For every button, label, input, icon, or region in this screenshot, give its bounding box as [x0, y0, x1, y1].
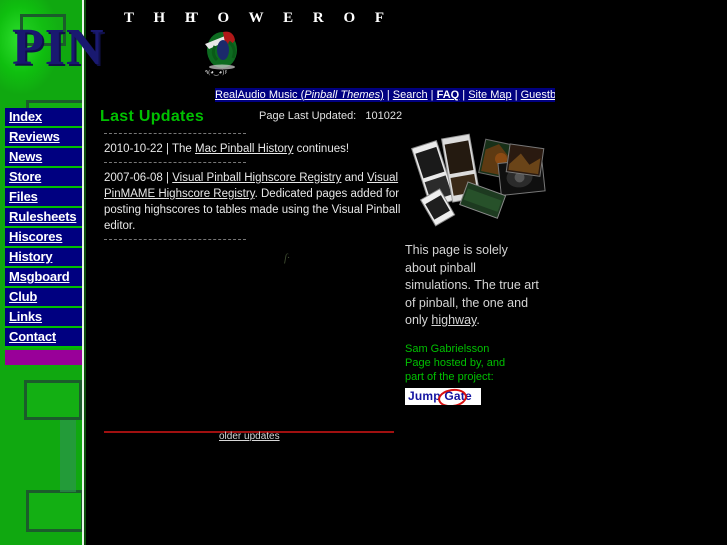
sidebar-item-links[interactable]: Links: [5, 308, 82, 328]
topbar-separator: |: [383, 89, 393, 101]
topbar-separator: |: [459, 89, 469, 101]
credit-host-line-1: Page hosted by, and: [405, 357, 506, 369]
banner-word-pin: PIN: [12, 19, 105, 76]
dashed-divider: [104, 133, 246, 135]
update-separator: | The: [162, 143, 196, 155]
link-older-updates[interactable]: older updates: [219, 431, 280, 442]
main-content: Last Updates Page Last Updated: 101022 2…: [86, 104, 727, 545]
dashed-divider: [104, 162, 246, 164]
sidebar-circuit-decoration: [24, 380, 82, 420]
sidebar-item-store[interactable]: Store: [5, 168, 82, 188]
link-search[interactable]: Search: [393, 89, 428, 101]
sidebar-nav: Index Reviews News Store Files Rulesheet…: [5, 108, 82, 365]
sidebar-item-files[interactable]: Files: [5, 188, 82, 208]
sidebar-item-club[interactable]: Club: [5, 288, 82, 308]
sidebar-item-msgboard[interactable]: Msgboard: [5, 268, 82, 288]
link-pinball-themes[interactable]: Pinball Themes: [304, 89, 380, 101]
link-realaudio-music[interactable]: RealAudio Music: [215, 89, 298, 101]
pinball-game-boxes-photo: [404, 122, 556, 234]
description-text-post: .: [476, 313, 480, 327]
topbar-separator: |: [511, 89, 521, 101]
updates-list: 2010-10-22 | The Mac Pinball History con…: [104, 128, 414, 247]
page-artifact-glyph: ſ·: [284, 252, 290, 264]
link-mac-pinball-history[interactable]: Mac Pinball History: [195, 143, 293, 155]
link-site-map[interactable]: Site Map: [468, 89, 511, 101]
banner-word-tower-of: T O W E R O F: [188, 10, 393, 26]
sidebar-item-contact[interactable]: Contact: [5, 328, 82, 348]
dashed-divider: [104, 239, 246, 241]
site-description: This page is solely about pinball simula…: [405, 242, 541, 330]
page-last-updated-value: 101022: [365, 110, 403, 122]
jump-gate-logo[interactable]: Jump Gate: [405, 388, 481, 405]
sidebar-circuit-decoration: [60, 418, 76, 492]
update-entry-2: 2007-06-08 | Visual Pinball Highscore Re…: [104, 170, 414, 234]
page-title: Last Updates: [100, 108, 205, 125]
update-tail: continues!: [293, 143, 350, 155]
update-date: 2007-06-08: [104, 172, 163, 184]
top-link-bar: RealAudio Music (Pinball Themes) | Searc…: [215, 88, 555, 102]
credit-author: Sam Gabrielsson: [405, 343, 490, 355]
update-mid: and: [341, 172, 367, 184]
credit-host-line-2: part of the project:: [405, 371, 494, 383]
sidebar-item-index[interactable]: Index: [5, 108, 82, 128]
link-highway[interactable]: highway: [431, 313, 476, 327]
site-banner: T H E T O W E R O F ٩(◕‿◕)۶: [86, 0, 727, 86]
update-separator: |: [162, 172, 173, 184]
sidebar-item-news[interactable]: News: [5, 148, 82, 168]
sidebar-item-rulesheets[interactable]: Rulesheets: [5, 208, 82, 228]
page-last-updated-label: Page Last Updated:: [259, 110, 357, 122]
svg-text:٩(◕‿◕)۶: ٩(◕‿◕)۶: [205, 69, 228, 76]
sidebar-item-hiscores[interactable]: Hiscores: [5, 228, 82, 248]
update-date: 2010-10-22: [104, 143, 163, 155]
link-visual-pinball-highscore-registry[interactable]: Visual Pinball Highscore Registry: [172, 172, 341, 184]
sidebar-item-reviews[interactable]: Reviews: [5, 128, 82, 148]
topbar-separator: |: [427, 89, 437, 101]
sidebar-circuit-decoration: [26, 490, 82, 532]
pinball-wizard-gnome-icon: ٩(◕‿◕)۶: [205, 31, 237, 76]
credits-block: Sam Gabrielsson Page hosted by, and part…: [405, 342, 555, 384]
update-entry-1: 2010-10-22 | The Mac Pinball History con…: [104, 141, 414, 157]
sidebar-item-history[interactable]: History: [5, 248, 82, 268]
link-faq[interactable]: FAQ: [437, 89, 460, 101]
page-last-updated: Page Last Updated: 101022: [259, 110, 402, 122]
link-guestbook[interactable]: Guestbook: [521, 89, 555, 101]
sidebar-accent-bar: [5, 350, 82, 365]
